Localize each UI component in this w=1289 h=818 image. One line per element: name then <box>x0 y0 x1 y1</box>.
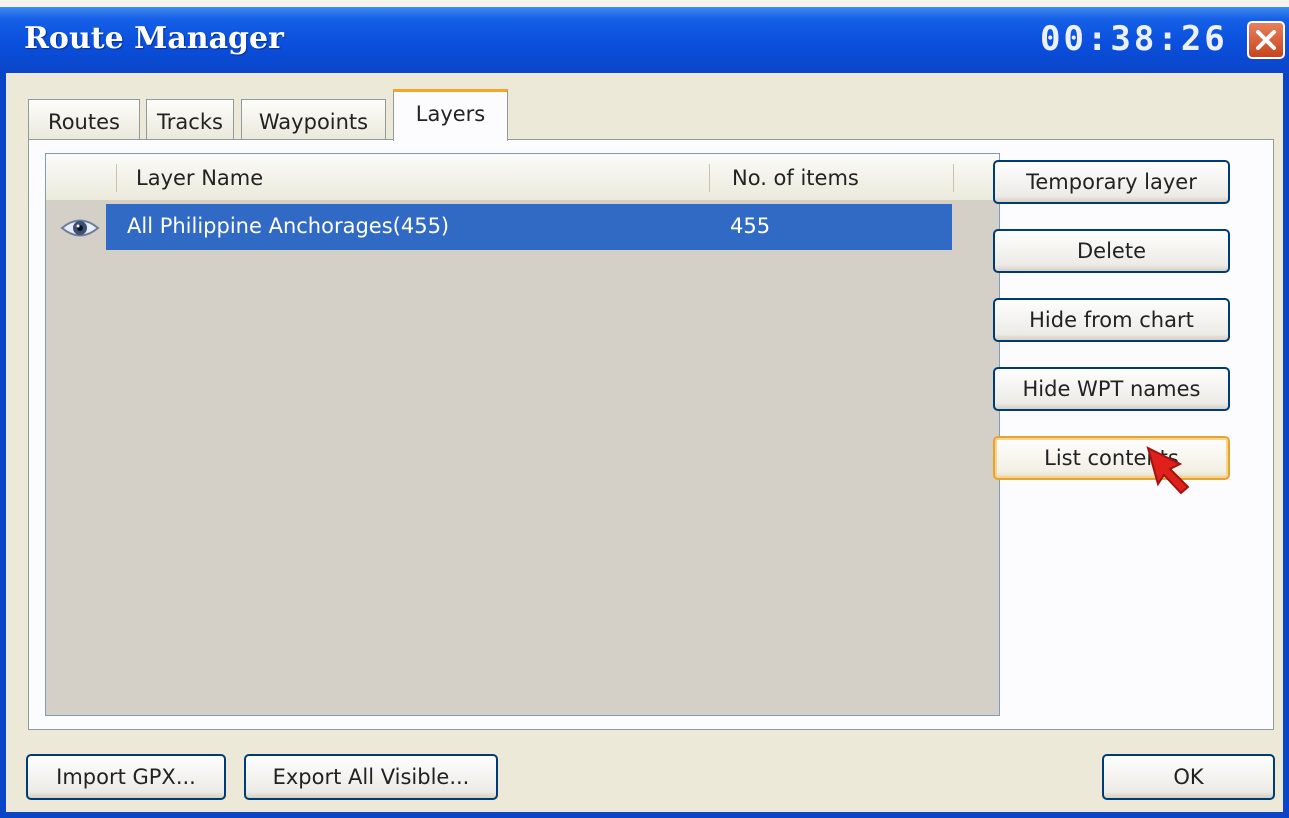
ok-button[interactable]: OK <box>1102 754 1275 800</box>
layers-list[interactable]: Layer Name No. of items All Philippine A… <box>45 153 1000 716</box>
close-icon <box>1256 30 1276 50</box>
close-button[interactable] <box>1247 21 1285 59</box>
tab-waypoints[interactable]: Waypoints <box>241 99 386 139</box>
export-all-visible-button[interactable]: Export All Visible... <box>244 754 498 800</box>
route-manager-window: Route Manager 00:38:26 Routes Tracks Way… <box>0 7 1289 818</box>
hide-from-chart-button[interactable]: Hide from chart <box>993 298 1230 342</box>
tab-routes[interactable]: Routes <box>28 99 140 139</box>
column-header-no-of-items[interactable]: No. of items <box>732 166 859 190</box>
clock-display: 00:38:26 <box>1040 19 1228 59</box>
column-header-layer-name[interactable]: Layer Name <box>136 166 263 190</box>
hide-wpt-names-button[interactable]: Hide WPT names <box>993 367 1230 411</box>
layer-name-cell: All Philippine Anchorages(455) <box>127 214 450 238</box>
tab-tracks[interactable]: Tracks <box>146 99 234 139</box>
tab-layers[interactable]: Layers <box>393 89 508 141</box>
layers-tab-panel: Layer Name No. of items All Philippine A… <box>28 139 1274 730</box>
dialog-client-area: Routes Tracks Waypoints Layers Layer Nam… <box>6 73 1283 812</box>
list-header: Layer Name No. of items <box>46 154 999 201</box>
header-separator <box>709 164 710 192</box>
window-title: Route Manager <box>24 21 284 56</box>
temporary-layer-button[interactable]: Temporary layer <box>993 160 1230 204</box>
delete-button[interactable]: Delete <box>993 229 1230 273</box>
header-separator <box>116 164 117 192</box>
mouse-cursor-icon <box>1146 446 1190 495</box>
import-gpx-button[interactable]: Import GPX... <box>26 754 226 800</box>
eye-icon[interactable] <box>60 217 100 239</box>
title-bar[interactable]: Route Manager 00:38:26 <box>0 7 1289 73</box>
item-count-cell: 455 <box>730 214 771 238</box>
header-separator <box>953 164 954 192</box>
top-strip <box>0 0 1289 7</box>
